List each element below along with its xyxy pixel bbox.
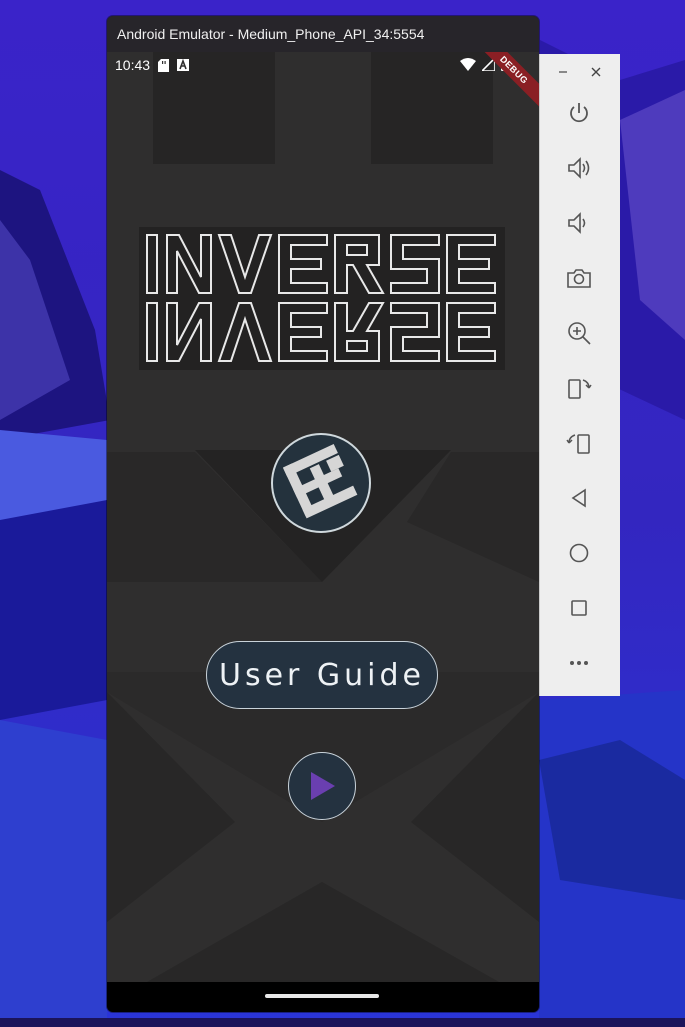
sd-card-icon [158, 58, 170, 72]
zoom-in-icon[interactable] [562, 316, 596, 350]
emulator-window: Android Emulator - Medium_Phone_API_34:5… [107, 16, 539, 1012]
font-a-icon [177, 59, 190, 71]
close-icon[interactable] [586, 62, 606, 82]
wifi-icon [460, 57, 476, 74]
volume-down-icon[interactable] [562, 206, 596, 240]
power-icon[interactable] [562, 96, 596, 130]
volume-up-icon[interactable] [562, 151, 596, 185]
minimize-icon[interactable] [553, 62, 573, 82]
play-button[interactable] [288, 752, 356, 820]
camera-icon[interactable] [562, 261, 596, 295]
status-time: 10:43 [115, 57, 151, 73]
user-guide-button[interactable]: User Guide [206, 641, 438, 709]
rotate-right-icon[interactable] [562, 371, 596, 405]
status-bar: 10:43 [107, 52, 539, 78]
user-guide-label: User Guide [218, 657, 425, 693]
more-icon[interactable] [562, 646, 596, 680]
emulator-tool-panel [539, 54, 620, 696]
overview-icon[interactable] [562, 591, 596, 625]
rotate-left-icon[interactable] [562, 426, 596, 460]
inverse-app-icon [271, 433, 371, 533]
device-screen[interactable]: 10:43 DEBUG User Guide [107, 52, 539, 982]
window-title[interactable]: Android Emulator - Medium_Phone_API_34:5… [107, 16, 539, 52]
play-icon [311, 772, 335, 800]
home-icon[interactable] [562, 536, 596, 570]
inverse-logo [139, 227, 505, 370]
back-icon[interactable] [562, 481, 596, 515]
gesture-nav-bar [107, 982, 539, 1012]
home-gesture-handle[interactable] [265, 994, 379, 998]
